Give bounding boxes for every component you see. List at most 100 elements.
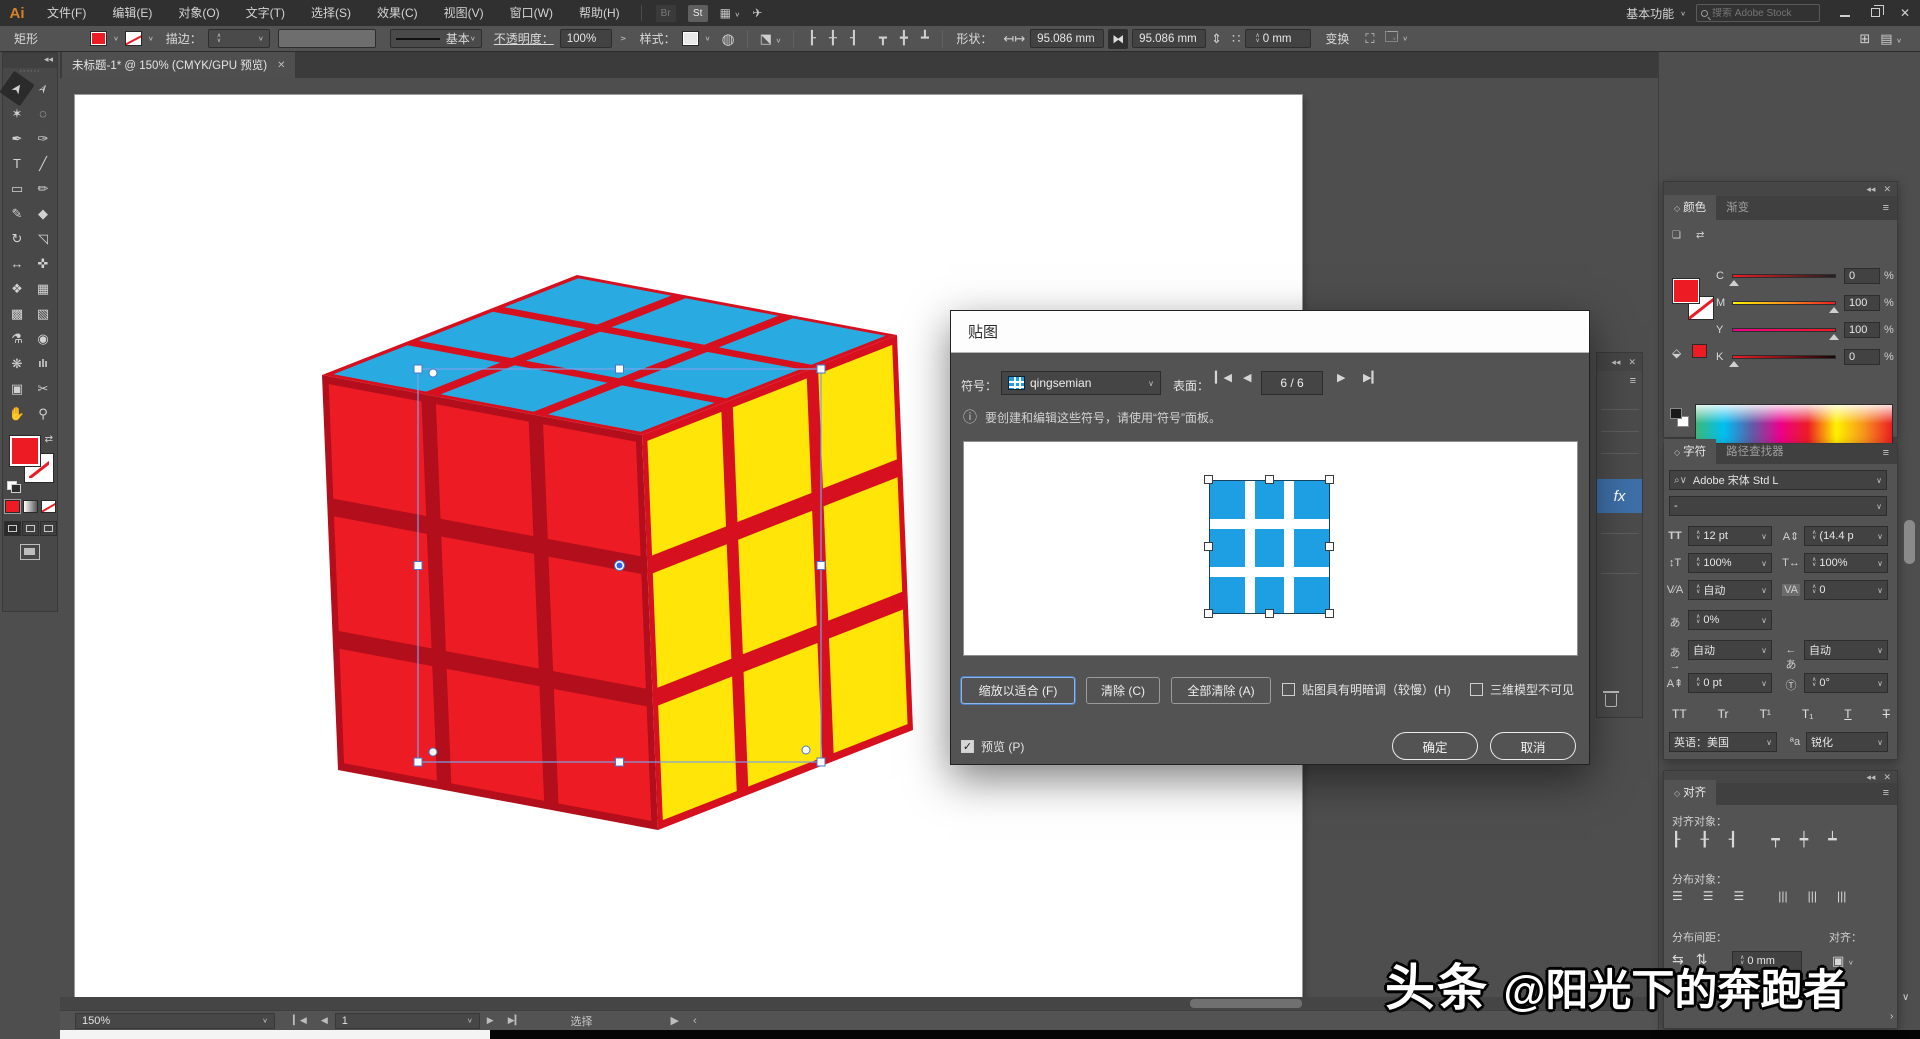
blend-tool[interactable]: ◉ <box>30 326 56 351</box>
cyan-slider[interactable] <box>1732 274 1836 278</box>
clear-button[interactable]: 清除 (C) <box>1086 677 1160 704</box>
dock-expand-icon[interactable]: › <box>1890 1011 1893 1022</box>
color-mode-button[interactable] <box>5 500 20 513</box>
tab-color[interactable]: ◇颜色 <box>1664 195 1716 220</box>
checkbox-icon[interactable]: ✓ <box>961 740 974 753</box>
close-button[interactable]: ✕ <box>1890 6 1920 20</box>
next-artboard-button[interactable]: ▶ <box>487 1015 494 1026</box>
symbol-handle[interactable] <box>1204 542 1213 551</box>
scale-to-fit-button[interactable]: 缩放以适合 (F) <box>961 677 1075 704</box>
clear-all-button[interactable]: 全部清除 (A) <box>1171 677 1271 704</box>
close-icon[interactable]: ✕ <box>1883 184 1891 195</box>
rotate-tool[interactable]: ↻ <box>4 226 30 251</box>
previous-artboard-button[interactable]: ◀ <box>321 1015 328 1026</box>
arrange-documents-icon[interactable]: ▦ ∨ <box>720 6 741 20</box>
draw-behind-icon[interactable] <box>22 521 39 536</box>
collapse-panel-icon[interactable]: ◂◂ <box>3 53 57 68</box>
close-icon[interactable]: ✕ <box>1883 772 1891 783</box>
kerning-field[interactable]: ∧∨ 自动∨ <box>1688 580 1772 600</box>
puppet-warp-tool[interactable]: ✜ <box>30 251 56 276</box>
status-flyout-icon[interactable]: ▶ <box>671 1014 679 1027</box>
checkbox-icon[interactable] <box>1470 683 1483 696</box>
scrollbar-thumb[interactable] <box>1190 999 1302 1008</box>
shape-height-field[interactable]: 95.086 mm <box>1132 29 1206 48</box>
menu-select[interactable]: 选择(S) <box>298 0 364 26</box>
subscript-button[interactable]: T₁ <box>1802 707 1813 721</box>
checkbox-icon[interactable] <box>1282 683 1295 696</box>
slider-marker[interactable] <box>1729 280 1739 286</box>
symbol-handle[interactable] <box>1325 609 1334 618</box>
align-bottom-icon[interactable]: ┷ <box>1828 831 1836 848</box>
zoom-tool[interactable]: ⚲ <box>30 401 56 426</box>
pen-tool[interactable]: ✒ <box>4 126 30 151</box>
slider-marker[interactable] <box>1829 334 1839 340</box>
distribute-left-icon[interactable]: ||| <box>1778 889 1787 903</box>
font-family-select[interactable]: ⌕∨ Adobe 宋体 Std L ∨ <box>1669 470 1887 490</box>
cancel-button[interactable]: 取消 <box>1490 732 1576 760</box>
panel-menu-icon[interactable]: ≡ <box>1883 787 1889 799</box>
cyan-value-field[interactable]: 0 <box>1844 268 1880 284</box>
symbol-handle[interactable] <box>1204 475 1213 484</box>
underline-button[interactable]: T <box>1844 707 1851 721</box>
eyedropper-tool[interactable]: ⚗ <box>4 326 30 351</box>
mapped-symbol[interactable] <box>1209 480 1330 614</box>
align-bottom-icon[interactable]: ┻ <box>914 31 935 46</box>
distribute-h-center-icon[interactable]: ||| <box>1808 889 1817 903</box>
fill-swatch[interactable] <box>10 436 40 466</box>
mesh-tool[interactable]: ▩ <box>4 301 30 326</box>
horizontal-scale-field[interactable]: ∧∨ 100%∨ <box>1804 553 1888 573</box>
recolor-artwork-icon[interactable]: ◍ <box>722 30 735 48</box>
all-caps-button[interactable]: TT <box>1672 707 1687 721</box>
draw-normal-icon[interactable] <box>4 521 21 536</box>
symbol-handle[interactable] <box>1265 475 1274 484</box>
paintbrush-tool[interactable]: ✏ <box>30 176 56 201</box>
menu-effect[interactable]: 效果(C) <box>364 0 431 26</box>
duplicate-swatch-icon[interactable]: ❏ <box>1672 230 1681 241</box>
dock-scroll-down-icon[interactable]: ∨ <box>1902 992 1909 1003</box>
panel-menu-icon[interactable]: ≡ <box>1883 447 1889 459</box>
align-h-center-icon[interactable]: ╂ <box>822 31 843 46</box>
gradient-tool[interactable]: ▧ <box>30 301 56 326</box>
magenta-value-field[interactable]: 100 <box>1844 295 1880 311</box>
tracking-field[interactable]: ∧∨ 0∨ <box>1804 580 1888 600</box>
opacity-panel-arrow[interactable]: ∨ <box>618 36 627 42</box>
magenta-slider[interactable] <box>1732 301 1836 305</box>
aki-right-field[interactable]: 自动∨ <box>1804 640 1888 660</box>
shape-width-field[interactable]: 95.086 mm <box>1030 29 1104 48</box>
panel-toggle-icon[interactable]: ▤ ∨ <box>1880 31 1902 47</box>
tab-gradient[interactable]: 渐变 <box>1716 195 1759 220</box>
swap-colors-icon[interactable]: ⇄ <box>1696 230 1704 241</box>
corner-radius-field[interactable]: ∧∨ 0 mm <box>1245 29 1311 48</box>
stock-icon[interactable]: St <box>688 5 708 22</box>
active-color-chip[interactable] <box>1692 344 1707 358</box>
chevron-down-icon[interactable]: ∨ <box>113 35 119 42</box>
shaper-tool[interactable]: ✎ <box>4 201 30 226</box>
hand-tool[interactable]: ✋ <box>4 401 30 426</box>
surface-page-field[interactable]: 6 / 6 <box>1261 371 1323 395</box>
stroke-color-swatch[interactable] <box>125 31 142 46</box>
tab-character[interactable]: ◇字符 <box>1664 439 1716 464</box>
close-tab-icon[interactable]: ✕ <box>277 60 285 71</box>
font-size-field[interactable]: ∧∨ 12 pt∨ <box>1688 526 1772 546</box>
slider-marker[interactable] <box>1829 307 1839 313</box>
symbol-preview-area[interactable] <box>963 441 1578 656</box>
type-tool[interactable]: T <box>4 151 30 176</box>
shape-builder-tool[interactable]: ❖ <box>4 276 30 301</box>
menu-file[interactable]: 文件(F) <box>34 0 99 26</box>
workspace-switcher[interactable]: 基本功能 <box>1626 5 1674 22</box>
small-caps-button[interactable]: Tr <box>1718 707 1729 721</box>
symbol-handle[interactable] <box>1204 609 1213 618</box>
collapse-panel-icon[interactable]: ◂◂ <box>1866 772 1875 783</box>
fill-color-well[interactable] <box>1672 278 1700 304</box>
style-swatch[interactable] <box>682 31 699 46</box>
corner-widget-icon[interactable]: ∷ <box>1232 31 1240 47</box>
swap-fill-stroke-icon[interactable]: ⇄ <box>45 434 53 445</box>
next-surface-button[interactable]: ▶ <box>1337 371 1345 384</box>
align-v-center-icon[interactable]: ┿ <box>1800 831 1808 848</box>
column-graph-tool[interactable]: ılı <box>30 351 56 376</box>
anti-alias-select[interactable]: 锐化∨ <box>1806 732 1888 752</box>
distribute-right-icon[interactable]: ||| <box>1837 889 1846 903</box>
align-top-icon[interactable]: ┯ <box>1771 831 1779 848</box>
stock-search[interactable] <box>1696 4 1820 22</box>
chevron-down-icon[interactable]: ∨ <box>148 35 154 42</box>
